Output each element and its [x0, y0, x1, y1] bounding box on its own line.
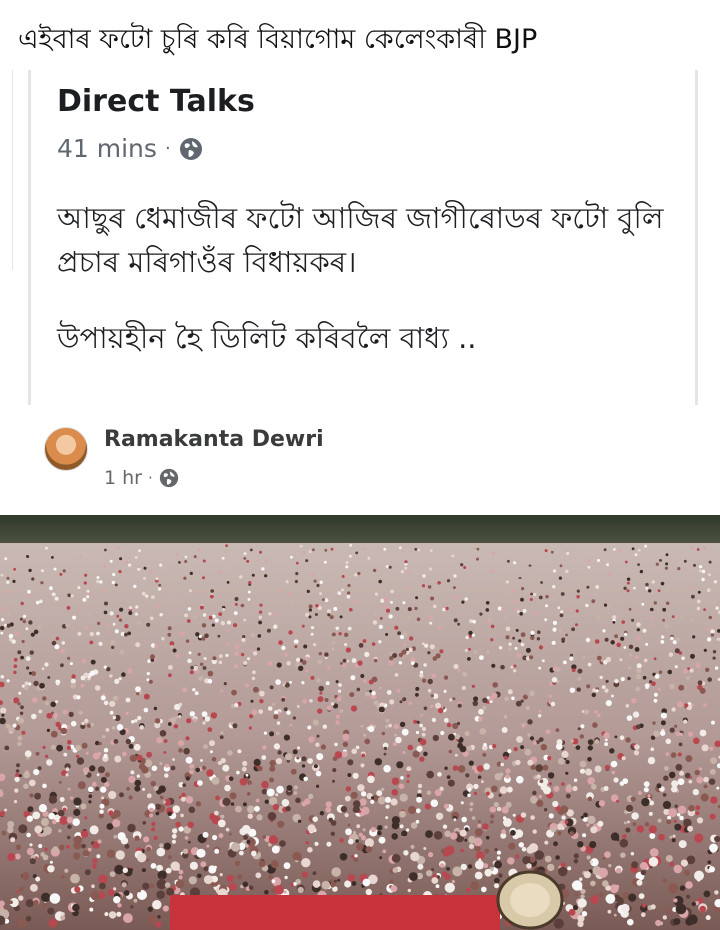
post-text-paragraph: আছুৰ ধেমাজীৰ ফটো আজিৰ জাগীৰোডৰ ফটো বুলি … — [57, 201, 664, 279]
globe-icon — [179, 137, 202, 160]
shared-post-timestamp[interactable]: 1 hr — [104, 467, 142, 489]
meta-separator: · — [164, 138, 171, 159]
post-timestamp[interactable]: 41 mins — [57, 134, 157, 163]
crowd-photo-graphic — [0, 515, 720, 930]
shared-post-meta: 1 hr · — [104, 467, 179, 489]
post-caption: এইবাৰ ফটো চুৰি কৰি বিয়াগোম কেলেংকাৰী BJ… — [18, 24, 538, 55]
shared-post: Ramakanta Dewri 1 hr · — [0, 415, 720, 930]
post-meta: 41 mins · — [57, 134, 203, 163]
avatar[interactable] — [44, 427, 88, 471]
globe-icon — [159, 468, 178, 488]
post-text-paragraph: উপায়হীন হৈ ডিলিট কৰিবলৈ বাধ্য .. — [57, 321, 477, 355]
crowd-rally-photo[interactable] — [0, 515, 720, 930]
shared-author-name[interactable]: Ramakanta Dewri — [104, 427, 324, 452]
page-name[interactable]: Direct Talks — [57, 84, 255, 119]
divider — [12, 70, 13, 270]
post-body: আছুৰ ধেমাজীৰ ফটো আজিৰ জাগীৰোডৰ ফটো বুলি … — [57, 196, 677, 360]
embedded-post-card[interactable]: Direct Talks 41 mins · আছুৰ ধেমাজীৰ ফটো … — [28, 70, 698, 405]
meta-separator: · — [147, 469, 153, 487]
